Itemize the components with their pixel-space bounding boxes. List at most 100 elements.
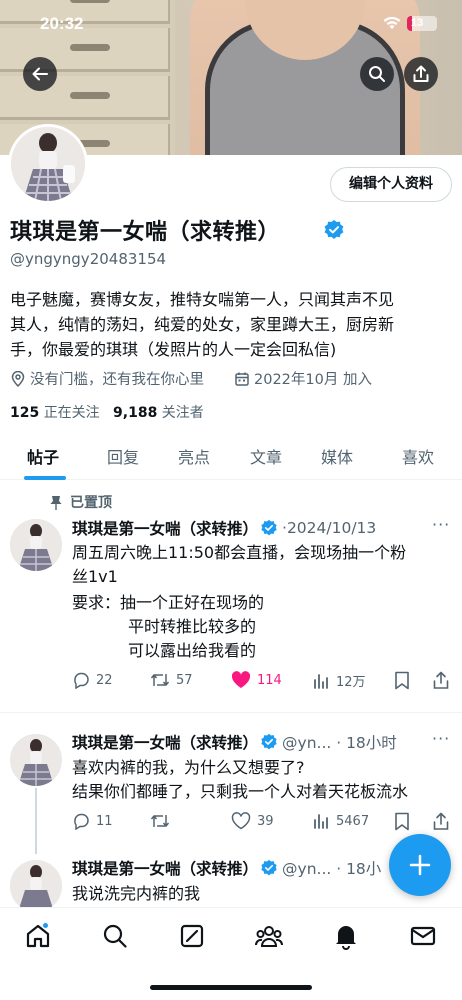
post-actions: 22 57 114 12万	[72, 671, 452, 693]
search-button[interactable]	[360, 57, 394, 91]
bookmark-icon[interactable]	[394, 671, 410, 690]
share-button[interactable]	[404, 57, 438, 91]
profile-tabs: 帖子 回复 亮点 文章 媒体 喜欢	[0, 438, 462, 480]
heart-filled-icon	[231, 671, 251, 688]
profile-name: 琪琪是第一女喘（求转推）	[10, 220, 281, 245]
more-options-icon[interactable]: ···	[432, 515, 450, 534]
post-text-line: 结果你们都睡了，只剩我一个人对着天花板流水	[72, 782, 409, 801]
bookmark-icon[interactable]	[394, 812, 410, 831]
retweet-icon	[150, 674, 170, 686]
post-avatar[interactable]	[10, 519, 62, 571]
tab-media[interactable]: 媒体	[321, 444, 353, 468]
battery-icon: 13	[407, 16, 437, 31]
avatar-image	[10, 860, 62, 912]
location-text: 没有门槛，还有我在你心里	[30, 372, 204, 388]
bio-line: 电子魅魔，赛博女友，推特女喘第一人，只闻其声不见	[10, 290, 395, 309]
views-button[interactable]: 12万	[312, 671, 366, 690]
pin-icon	[50, 495, 62, 510]
bio-line: 手，你最爱的琪琪（发照片的人一定会回私信)	[10, 340, 337, 359]
reply-icon	[74, 672, 89, 689]
nav-notifications[interactable]	[330, 920, 362, 952]
verified-badge-icon	[324, 220, 344, 239]
back-button[interactable]	[23, 57, 57, 91]
status-bar: 20:32 13	[0, 12, 462, 36]
post-header: 琪琪是第一女喘（求转推） @yn... · 18小时	[72, 731, 397, 753]
pinned-label: 已置顶	[70, 495, 112, 511]
view-count: 5467	[336, 813, 370, 829]
active-tab-indicator	[24, 476, 66, 480]
tab-posts[interactable]: 帖子	[27, 444, 59, 468]
reply-button[interactable]: 22	[72, 671, 113, 689]
views-chart-icon	[314, 673, 328, 689]
retweet-button[interactable]	[150, 812, 176, 830]
post-actions: 11 39 5467	[72, 812, 452, 834]
home-indicator	[150, 985, 312, 990]
tab-highlights[interactable]: 亮点	[178, 444, 210, 468]
more-options-icon[interactable]: ···	[432, 729, 450, 748]
share-icon[interactable]	[432, 812, 450, 831]
post-meta: @yn... · 18小时	[282, 734, 397, 752]
avatar-image	[11, 127, 85, 201]
location-pin-icon	[11, 370, 25, 387]
reply-count: 22	[96, 672, 113, 688]
nav-search[interactable]	[99, 920, 131, 952]
profile-avatar[interactable]	[8, 124, 88, 204]
joined-text: 2022年10月 加入	[254, 372, 372, 388]
follow-stats: 125 正在关注 9,188 关注者	[10, 402, 204, 422]
tab-likes[interactable]: 喜欢	[402, 444, 434, 468]
post-text-line: 喜欢内裤的我，为什么又想要了?	[72, 758, 305, 777]
like-count: 39	[257, 813, 274, 829]
compose-post-button[interactable]	[389, 834, 451, 896]
like-button[interactable]: 39	[231, 812, 274, 830]
post-divider	[0, 712, 462, 713]
share-icon	[413, 65, 429, 82]
nav-messages[interactable]	[407, 920, 439, 952]
retweet-icon	[150, 815, 170, 827]
bio-line: 其人，纯情的荡妇，纯爱的处女，家里蹲大王，厨房新	[10, 315, 395, 334]
bell-icon	[336, 926, 356, 950]
post-avatar[interactable]	[10, 860, 62, 912]
post-text-line: 我说洗完内裤的我	[72, 884, 201, 903]
nav-communities[interactable]	[253, 920, 285, 952]
mail-icon	[410, 926, 436, 946]
edit-profile-button[interactable]: 编辑个人资料	[330, 167, 452, 202]
views-button[interactable]: 5467	[312, 812, 369, 830]
reply-button[interactable]: 11	[72, 812, 113, 830]
like-button[interactable]: 114	[231, 671, 282, 689]
post-text-line: 丝1v1	[72, 567, 118, 586]
retweet-count: 57	[176, 672, 193, 688]
post-avatar[interactable]	[10, 734, 62, 786]
nav-grok[interactable]	[176, 920, 208, 952]
views-chart-icon	[314, 814, 328, 829]
arrow-left-icon	[32, 67, 48, 81]
verified-badge-icon	[261, 859, 277, 876]
post-author-name[interactable]: 琪琪是第一女喘（求转推）	[72, 857, 258, 879]
following-link[interactable]: 125 正在关注	[10, 405, 100, 421]
tab-replies[interactable]: 回复	[107, 444, 139, 468]
post-author-name[interactable]: 琪琪是第一女喘（求转推）	[72, 517, 258, 539]
reply-icon	[74, 813, 89, 830]
view-count: 12万	[336, 675, 366, 690]
share-icon[interactable]	[432, 671, 450, 690]
search-icon	[369, 66, 385, 82]
verified-badge-icon	[261, 519, 277, 536]
tab-articles[interactable]: 文章	[250, 444, 282, 468]
nav-home[interactable]	[22, 920, 54, 952]
followers-link[interactable]: 9,188 关注者	[113, 405, 204, 421]
post-header: 琪琪是第一女喘（求转推） ·2024/10/13	[72, 517, 376, 539]
profile-joined: 2022年10月 加入	[234, 368, 372, 389]
heart-icon	[231, 812, 251, 830]
thread-line	[35, 788, 37, 854]
retweet-button[interactable]: 57	[150, 671, 193, 689]
grok-icon	[180, 924, 204, 948]
wifi-icon	[383, 16, 401, 29]
post-meta: @yn... · 18小	[282, 860, 382, 878]
post-author-name[interactable]: 琪琪是第一女喘（求转推）	[72, 731, 258, 753]
plus-icon	[409, 854, 431, 876]
reply-count: 11	[96, 813, 113, 829]
profile-handle: @yngyngy20483154	[10, 250, 167, 268]
communities-icon	[255, 926, 283, 947]
verified-badge-icon	[261, 733, 277, 750]
post-text-line: 周五周六晚上11:50都会直播，会现场抽一个粉	[72, 543, 407, 562]
avatar-image	[10, 519, 62, 571]
